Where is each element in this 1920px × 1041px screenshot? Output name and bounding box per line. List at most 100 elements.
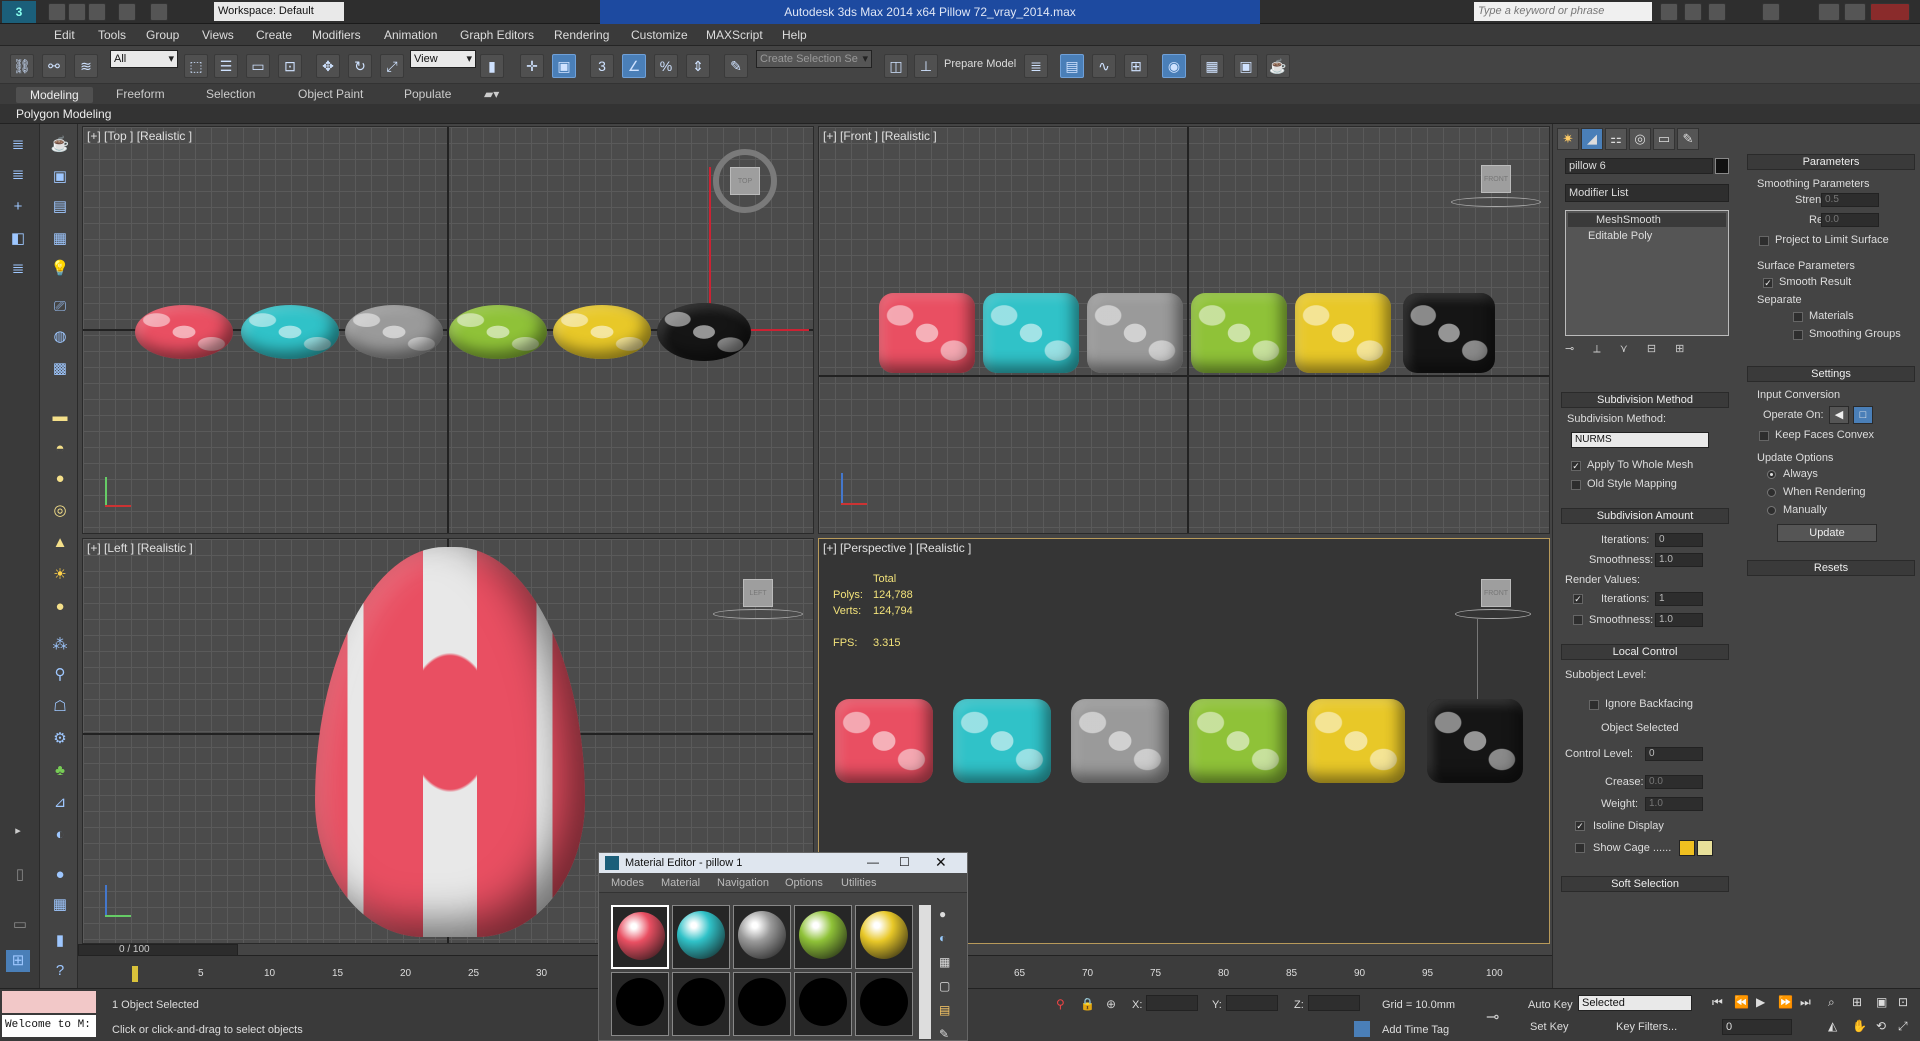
- pillow-persp-5[interactable]: [1307, 699, 1405, 783]
- pillow-front-3[interactable]: [1087, 293, 1183, 373]
- viewcube-ring-icon[interactable]: [1455, 609, 1531, 619]
- x-coord-input[interactable]: [1146, 995, 1198, 1011]
- time-slider[interactable]: 0 / 100: [78, 944, 238, 956]
- reference-coord-dropdown[interactable]: View: [410, 50, 476, 68]
- menu-views[interactable]: Views: [202, 28, 234, 42]
- smooth-result-checkbox[interactable]: ✓: [1763, 278, 1773, 288]
- ribbon-options-icon[interactable]: ▰▾: [484, 87, 499, 101]
- subscription-icon[interactable]: [1684, 3, 1702, 21]
- key-filters-button[interactable]: Key Filters...: [1616, 1021, 1677, 1033]
- modify-tab-icon[interactable]: ◢: [1581, 128, 1603, 150]
- maxscript-listener-input[interactable]: Welcome to M:: [2, 1015, 96, 1037]
- resets-rollout[interactable]: Resets: [1747, 560, 1915, 576]
- menu-utilities[interactable]: Utilities: [841, 877, 876, 889]
- z-coord-input[interactable]: [1308, 995, 1360, 1011]
- zoom-icon[interactable]: ⌕: [1828, 995, 1835, 1010]
- pillow-persp-4[interactable]: [1189, 699, 1287, 783]
- layer-options-icon[interactable]: ≣: [6, 258, 30, 280]
- material-slot-7[interactable]: [672, 972, 730, 1036]
- time-tag-icon[interactable]: [1354, 1021, 1370, 1037]
- tab-freeform[interactable]: Freeform: [116, 87, 165, 101]
- sphere-icon[interactable]: ●: [48, 468, 72, 490]
- crowd-icon[interactable]: ☖: [48, 696, 72, 718]
- minimize-icon[interactable]: —: [867, 855, 879, 869]
- search-input[interactable]: Type a keyword or phrase: [1474, 2, 1652, 21]
- snap-toggle-icon[interactable]: 3: [590, 54, 614, 78]
- pillow-front-4[interactable]: [1191, 293, 1287, 373]
- local-control-rollout[interactable]: Local Control: [1561, 644, 1729, 660]
- shell-icon[interactable]: ◐: [48, 824, 72, 846]
- control-level-spinner[interactable]: 0: [1645, 747, 1703, 761]
- material-sphere-icon[interactable]: ●: [48, 864, 72, 886]
- viewport-layout-icon[interactable]: ▯: [8, 864, 32, 886]
- material-slot-2[interactable]: [672, 905, 730, 969]
- particles-icon[interactable]: ⁂: [48, 634, 72, 656]
- orbit-icon[interactable]: ⟲: [1876, 1019, 1886, 1033]
- add-time-tag-label[interactable]: Add Time Tag: [1382, 1024, 1449, 1036]
- prepare-model-label[interactable]: Prepare Model: [944, 58, 1016, 70]
- backlight-icon[interactable]: ◐: [939, 931, 946, 945]
- sphere-2-icon[interactable]: ●: [48, 596, 72, 618]
- menu-customize[interactable]: Customize: [631, 28, 688, 42]
- audio-icon[interactable]: ◍: [48, 326, 72, 348]
- pillow-top-2[interactable]: [241, 305, 339, 359]
- key-mode-icon[interactable]: ⊸: [1486, 1007, 1499, 1027]
- close-icon[interactable]: ✕: [935, 854, 947, 871]
- sun-icon[interactable]: ☀: [48, 564, 72, 586]
- frame-marker[interactable]: [132, 966, 138, 982]
- unlink-icon[interactable]: ⚯: [42, 54, 66, 78]
- material-slot-3[interactable]: [733, 905, 791, 969]
- pillow-top-5[interactable]: [553, 305, 651, 359]
- star-icon[interactable]: [1708, 3, 1726, 21]
- update-always-radio[interactable]: [1767, 470, 1776, 479]
- soft-selection-rollout[interactable]: Soft Selection: [1561, 876, 1729, 892]
- angle-snap-icon[interactable]: ∠: [622, 54, 646, 78]
- key-selection-dropdown[interactable]: Selected: [1578, 995, 1692, 1011]
- material-editor-window[interactable]: Material Editor - pillow 1 — ☐ ✕ Modes M…: [598, 852, 968, 1041]
- menu-navigation[interactable]: Navigation: [717, 877, 769, 889]
- object-name-input[interactable]: pillow 6: [1565, 158, 1713, 174]
- material-slot-4[interactable]: [794, 905, 852, 969]
- sample-type-icon[interactable]: ●: [939, 907, 946, 921]
- binoculars-icon[interactable]: [1660, 3, 1678, 21]
- pillow-top-1[interactable]: [135, 305, 233, 359]
- render-smoothness-spinner[interactable]: 1.0: [1655, 613, 1703, 627]
- torus-icon[interactable]: ◎: [48, 500, 72, 522]
- selection-filter-dropdown[interactable]: All: [110, 50, 178, 68]
- bone-icon[interactable]: ⚲: [48, 664, 72, 686]
- strength-spinner[interactable]: 0.5: [1821, 193, 1879, 207]
- pin-stack-icon[interactable]: ⊸: [1565, 343, 1574, 355]
- weight-spinner[interactable]: 1.0: [1645, 797, 1703, 811]
- menu-options[interactable]: Options: [785, 877, 823, 889]
- next-frame-icon[interactable]: ⏩: [1778, 995, 1793, 1009]
- teapot-icon[interactable]: ☕: [48, 134, 72, 156]
- menu-edit[interactable]: Edit: [54, 28, 75, 42]
- box-icon[interactable]: ▣: [48, 166, 72, 188]
- menu-group[interactable]: Group: [146, 28, 179, 42]
- render-icon[interactable]: ▮: [48, 930, 72, 952]
- material-editor-title[interactable]: Material Editor - pillow 1: [599, 853, 967, 873]
- material-slot-5[interactable]: [855, 905, 913, 969]
- gear-icon[interactable]: ⚙: [48, 728, 72, 750]
- pillow-front-6[interactable]: [1403, 293, 1495, 373]
- background-icon[interactable]: ▦: [939, 955, 950, 969]
- plane-icon[interactable]: ▬: [48, 406, 72, 428]
- percent-snap-icon[interactable]: %: [654, 54, 678, 78]
- prev-frame-icon[interactable]: ⏪: [1734, 995, 1749, 1009]
- viewcube-ring-icon[interactable]: [713, 609, 803, 619]
- layers-add-icon[interactable]: ≣: [6, 164, 30, 186]
- relax-spinner[interactable]: 0.0: [1821, 213, 1879, 227]
- film-icon[interactable]: ▩: [48, 358, 72, 380]
- viewcube-perspective[interactable]: FRONT: [1481, 579, 1511, 607]
- layers-icon[interactable]: ≣: [6, 134, 30, 156]
- menu-help[interactable]: Help: [782, 28, 807, 42]
- play-icon[interactable]: ▶: [1756, 995, 1765, 1009]
- show-end-result-icon[interactable]: ⟂: [1593, 343, 1600, 355]
- tab-object-paint[interactable]: Object Paint: [298, 87, 363, 101]
- app-logo-icon[interactable]: 3: [2, 1, 36, 23]
- isoline-display-checkbox[interactable]: ✓: [1575, 821, 1585, 831]
- goto-start-icon[interactable]: ⏮: [1712, 995, 1723, 1010]
- crease-spinner[interactable]: 0.0: [1645, 775, 1703, 789]
- pillow-top-6[interactable]: [657, 303, 751, 361]
- scale-icon[interactable]: ⤢: [380, 54, 404, 78]
